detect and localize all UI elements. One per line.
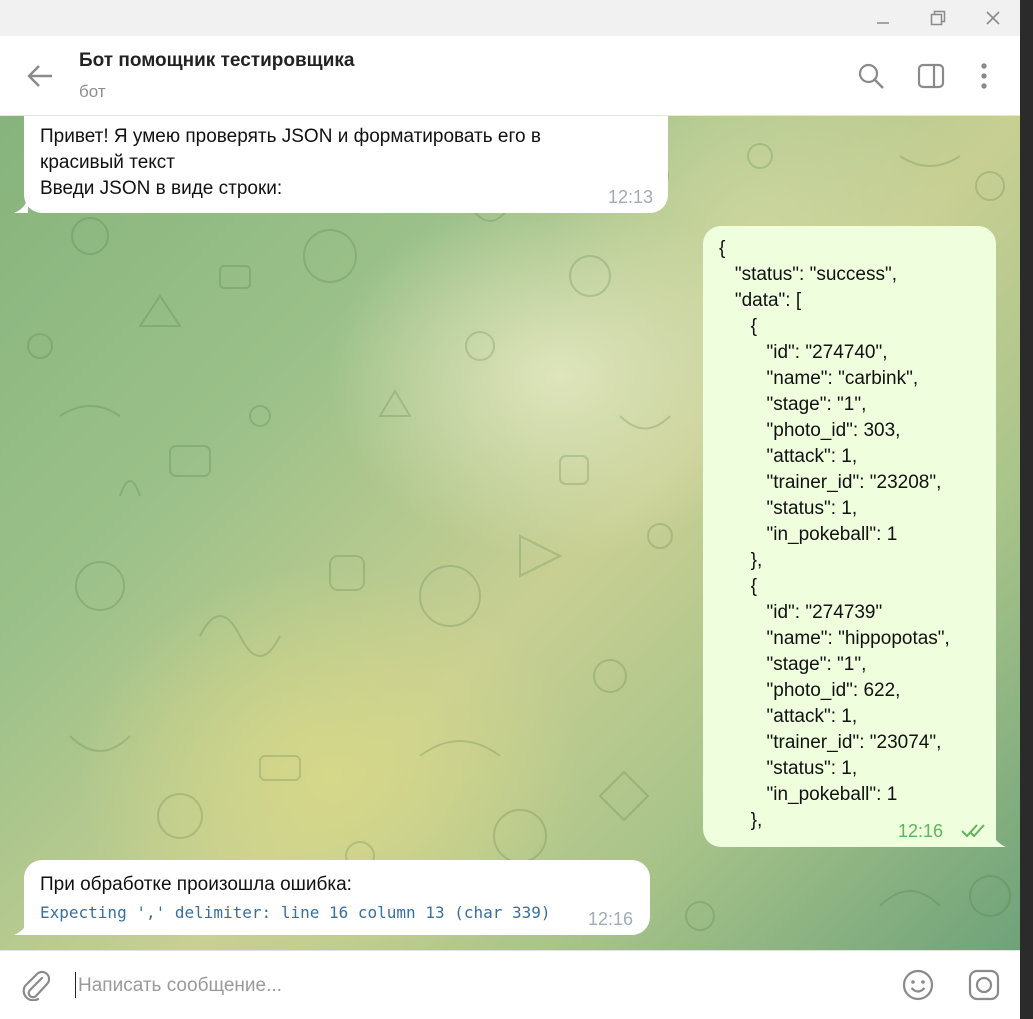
bubble-tail xyxy=(992,833,1006,847)
message-incoming[interactable]: При обработке произошла ошибка: Expectin… xyxy=(14,860,650,935)
chat-title[interactable]: Бот помощник тестировщика xyxy=(79,50,354,72)
chat-header: Бот помощник тестировщика бот xyxy=(0,36,1020,116)
close-icon[interactable] xyxy=(968,0,1018,36)
error-code: Expecting ',' delimiter: line 16 column … xyxy=(40,903,551,922)
attach-icon[interactable] xyxy=(16,966,54,1004)
message-text-line: Привет! Я умею проверять JSON и форматир… xyxy=(40,126,541,147)
chat-area: Привет! Я умею проверять JSON и форматир… xyxy=(0,116,1020,950)
json-line: { xyxy=(719,238,726,259)
json-line: "in_pokeball": 1 xyxy=(719,524,898,545)
sidebar-toggle-icon[interactable] xyxy=(913,58,949,94)
message-text-line: При обработке произошла ошибка: xyxy=(40,874,352,895)
more-menu-icon[interactable] xyxy=(966,58,1002,94)
message-composer xyxy=(0,950,1020,1019)
message-input[interactable] xyxy=(76,967,880,1005)
bubble-tail xyxy=(14,199,28,213)
double-check-icon xyxy=(961,824,985,838)
json-line: "in_pokeball": 1 xyxy=(719,784,898,805)
chat-subtitle: бот xyxy=(79,82,106,101)
json-line: "data": [ xyxy=(719,290,802,311)
background-window-edge xyxy=(1020,0,1033,1019)
message-time: 12:16 xyxy=(588,909,634,929)
json-line: "trainer_id": "23074", xyxy=(719,732,942,753)
message-incoming[interactable]: Привет! Я умею проверять JSON и форматир… xyxy=(14,116,668,213)
back-arrow-icon[interactable] xyxy=(20,58,60,94)
json-line: "name": "carbink", xyxy=(719,368,919,389)
json-line: "status": 1, xyxy=(719,758,858,779)
json-line: "stage": "1", xyxy=(719,654,867,675)
json-line: "attack": 1, xyxy=(719,446,858,467)
json-line: "stage": "1", xyxy=(719,394,867,415)
json-line: }, xyxy=(719,550,763,571)
message-text-line: красивый текст xyxy=(40,152,175,173)
json-body: { "status": "success", "data": [ { "id":… xyxy=(719,236,950,834)
json-line: "photo_id": 303, xyxy=(719,420,901,441)
bubble-tail xyxy=(14,921,28,935)
json-line: "attack": 1, xyxy=(719,706,858,727)
json-line: "status": "success", xyxy=(719,264,897,285)
json-line: { xyxy=(719,576,758,597)
minimize-icon[interactable] xyxy=(858,0,908,36)
json-line: "photo_id": 622, xyxy=(719,680,901,701)
message-time: 12:13 xyxy=(608,187,654,207)
json-line: "name": "hippopotas", xyxy=(719,628,950,649)
search-icon[interactable] xyxy=(853,58,889,94)
restore-icon[interactable] xyxy=(913,0,963,36)
message-time: 12:16 xyxy=(898,821,944,841)
json-line: { xyxy=(719,316,758,337)
json-line: "status": 1, xyxy=(719,498,858,519)
instant-camera-icon[interactable] xyxy=(965,966,1003,1004)
json-line: "trainer_id": "23208", xyxy=(719,472,942,493)
json-line: "id": "274739" xyxy=(719,602,883,623)
message-outgoing[interactable]: { "status": "success", "data": [ { "id":… xyxy=(703,226,1006,847)
json-line: "id": "274740", xyxy=(719,342,888,363)
title-bar xyxy=(0,0,1020,36)
message-text-line: Введи JSON в виде строки: xyxy=(40,178,283,199)
telegram-window: Бот помощник тестировщика бот Привет! Я … xyxy=(0,0,1020,1019)
emoji-icon[interactable] xyxy=(899,966,937,1004)
